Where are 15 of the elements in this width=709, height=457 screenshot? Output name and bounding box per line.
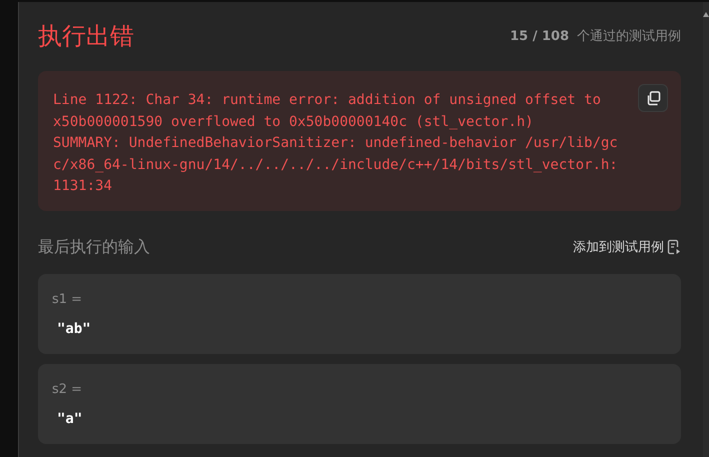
passed-label: 个通过的测试用例 (577, 28, 681, 45)
add-to-testcase-button[interactable]: 添加到测试用例 (573, 238, 681, 256)
passed-count: 15 / 108 (510, 29, 569, 44)
scroll-up-icon (703, 12, 709, 17)
scrollbar[interactable] (703, 2, 709, 457)
document-play-icon (667, 239, 681, 255)
copy-icon (646, 90, 660, 106)
copy-button[interactable] (638, 84, 668, 112)
error-message: Line 1122: Char 34: runtime error: addition of unsigned offset to x50b000001590 overflowed to 0x50b00000140c (stl_vector.h) SUMMARY: UndefinedBehaviorSanitizer: undefined-behavior /usr/lib/gc c/x86_64-linux-gnu/14/../../../../include/c++/14/bits/stl_vector.h: 1131:34 (53, 91, 618, 196)
parameter-value: "ab" (57, 321, 91, 337)
section-heading: 最后执行的输入 (38, 236, 150, 258)
parameter-name: s2 = (52, 382, 82, 397)
parameter-value: "a" (57, 411, 82, 427)
result-title: 执行出错 (38, 21, 134, 52)
parameter-name: s1 = (52, 292, 82, 307)
